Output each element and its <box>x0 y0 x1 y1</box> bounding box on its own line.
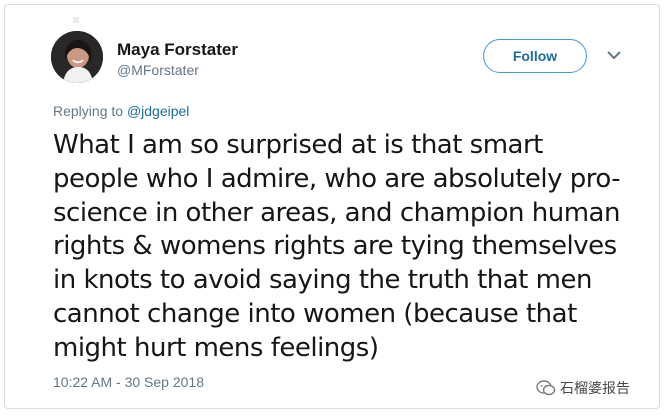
tweet-text: What I am so surprised at is that smart … <box>53 130 621 363</box>
replying-prefix: Replying to <box>53 103 127 119</box>
tweet-card: Maya Forstater @MForstater Follow Replyi… <box>4 4 660 409</box>
decorative-mark <box>73 17 79 23</box>
follow-button-label: Follow <box>512 48 558 64</box>
replying-to-link[interactable]: @jdgeipel <box>127 103 189 119</box>
avatar[interactable] <box>51 31 103 83</box>
watermark-text: 石榴婆报告 <box>560 381 630 397</box>
author-name[interactable]: Maya Forstater <box>117 40 238 60</box>
author-handle[interactable]: @MForstater <box>117 62 199 78</box>
chevron-down-icon[interactable] <box>606 49 622 61</box>
watermark: 石榴婆报告 <box>536 378 630 398</box>
replying-to: Replying to @jdgeipel <box>53 103 189 119</box>
tweet-timestamp[interactable]: 10:22 AM - 30 Sep 2018 <box>53 374 204 390</box>
wechat-icon <box>536 380 556 396</box>
follow-button[interactable]: Follow <box>483 39 587 73</box>
